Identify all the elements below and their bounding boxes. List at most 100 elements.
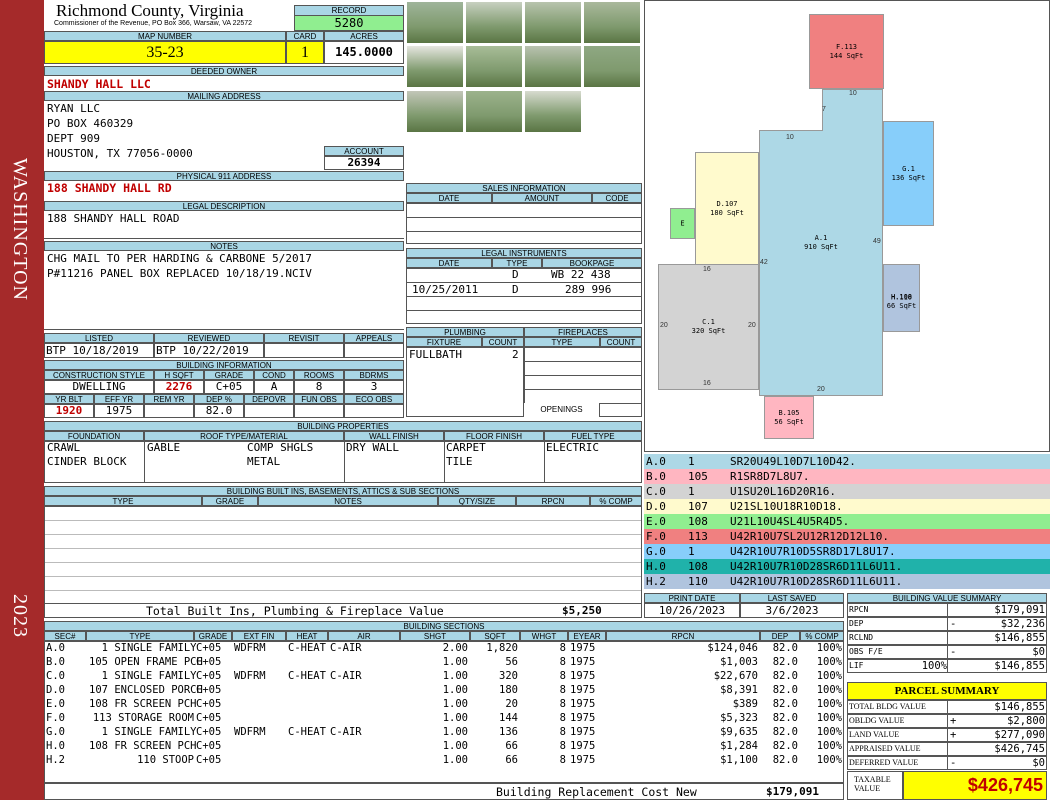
building-info-col-header: GRADE — [204, 370, 254, 380]
section-cell — [288, 739, 326, 753]
appeals-header: APPEALS — [344, 333, 404, 343]
mailing-address-header: MAILING ADDRESS — [44, 91, 404, 101]
sketch-shape: C.1 320 SqFt — [658, 264, 759, 390]
section-cell: 1975 — [570, 712, 596, 724]
building-info-value: 1975 — [94, 404, 144, 418]
mailing-line-4: HOUSTON, TX 77056-0000 — [47, 147, 193, 160]
section-col-header: EYEAR — [568, 631, 606, 641]
parcel-divider — [947, 728, 948, 742]
li-type-header: TYPE — [492, 258, 542, 268]
section-col-header: TYPE — [86, 631, 194, 641]
photo-house-side — [465, 45, 523, 88]
building-info-value — [344, 404, 404, 418]
section-cell: $124,046 — [707, 642, 758, 654]
foundation-1: CRAWL — [47, 441, 81, 454]
section-cell: 82.0 — [772, 684, 798, 696]
section-cell: 1.00 — [442, 712, 468, 724]
building-info-value: 3 — [344, 380, 404, 394]
bvs-value: $146,855 — [994, 632, 1045, 644]
section-cell: C-AIR — [330, 642, 362, 654]
parcel-key: DEFERRED VALUE — [849, 758, 919, 767]
section-cell: 100% — [816, 726, 842, 738]
appeals-value — [344, 343, 404, 358]
county-title: Richmond County, Virginia — [56, 1, 244, 20]
card-header: CARD — [286, 31, 324, 41]
section-cell: C+05 — [196, 726, 222, 738]
section-cell: C-HEAT — [288, 726, 326, 738]
section-cell: C-HEAT — [288, 670, 326, 682]
section-col-header: RPCN — [606, 631, 760, 641]
builtins-rows — [44, 506, 642, 618]
section-cell: C+05 — [196, 642, 222, 654]
builtins-notes-header: NOTES — [258, 496, 438, 506]
li-row-1-type: D — [512, 268, 519, 281]
section-cell: 1.00 — [442, 754, 468, 766]
legal-description-box — [44, 211, 404, 239]
sketch-dimension: 16 — [703, 380, 711, 387]
section-cell: $1,100 — [720, 754, 758, 766]
notes-header: NOTES — [44, 241, 404, 251]
section-cell: $5,323 — [720, 712, 758, 724]
openings-label: OPENINGS — [524, 403, 600, 417]
print-date-header: PRINT DATE — [644, 593, 740, 603]
revisit-header: REVISIT — [264, 333, 344, 343]
legal-description-header: LEGAL DESCRIPTION — [44, 201, 404, 211]
sales-amount-header: AMOUNT — [492, 193, 592, 203]
li-bookpage-header: BOOKPAGE — [542, 258, 642, 268]
card-number: 1 — [286, 41, 324, 64]
parcel-op: + — [950, 715, 957, 727]
photo-house-front — [524, 1, 582, 44]
roof-header: ROOF TYPE/MATERIAL — [144, 431, 344, 441]
bvs-value: $0 — [1032, 646, 1045, 658]
parcel-summary-header: PARCEL SUMMARY — [847, 682, 1047, 700]
section-cell: WDFRM — [234, 670, 266, 682]
photo-shed — [583, 45, 641, 88]
building-info-value — [144, 404, 194, 418]
parcel-key: APPRAISED VALUE — [849, 744, 921, 753]
section-cell — [234, 739, 284, 753]
photo-house-rear — [465, 90, 523, 133]
floor-finish-2: TILE — [446, 455, 473, 468]
section-cell: C-HEAT — [288, 642, 326, 654]
section-cell: 1 SINGLE FAMILY — [101, 642, 197, 654]
section-cell: 66 — [505, 740, 518, 752]
building-info-value: 2276 — [154, 380, 204, 394]
sketch-legend-row: C.0 1 U1SU20L16D20R16. — [644, 484, 1050, 499]
bvs-value: $146,855 — [994, 660, 1045, 672]
section-cell: 100% — [816, 740, 842, 752]
account-header: ACCOUNT — [324, 146, 404, 156]
map-number: 35-23 — [44, 41, 286, 64]
section-cell: 113 STORAGE ROOM — [92, 712, 194, 724]
plumbing-fixture: FULLBATH — [409, 348, 462, 361]
listed-header: LISTED — [44, 333, 154, 343]
section-col-header: DEP — [760, 631, 800, 641]
section-cell — [330, 697, 398, 711]
replacement-cost-row — [44, 783, 844, 800]
sketch-shape: D.107 180 SqFt — [695, 152, 759, 265]
print-date: 10/26/2023 — [644, 603, 740, 618]
parcel-key: OBLDG VALUE — [849, 716, 905, 725]
floor-header: FLOOR FINISH — [444, 431, 544, 441]
sketch-legend-row: A.0 1 SR20U49L10D7L10D42. — [644, 454, 1050, 469]
sketch-legend-row: H.0 108 U42R10U7R10D28SR6D11L6U11. — [644, 559, 1050, 574]
parcel-op: - — [950, 757, 957, 769]
section-cell: 8 — [559, 698, 566, 710]
section-cell: C+05 — [196, 740, 222, 752]
sketch-dimension: 42 — [760, 259, 768, 266]
section-cell: 100% — [816, 656, 842, 668]
section-cell: 1.00 — [442, 740, 468, 752]
section-cell: C+05 — [196, 712, 222, 724]
section-cell: 320 — [499, 670, 518, 682]
replacement-cost-label: Building Replacement Cost New — [496, 785, 697, 799]
district-name: WASHINGTON — [9, 158, 31, 301]
bvs-key: RCLND — [849, 633, 874, 642]
sketch-notch — [759, 89, 823, 131]
section-cell: WDFRM — [234, 726, 266, 738]
building-info-col-header: ROOMS — [294, 370, 344, 380]
section-cell: 1 SINGLE FAMILY — [101, 670, 197, 682]
bvs-pct: 100% — [921, 660, 947, 672]
section-cell: C+05 — [196, 698, 222, 710]
parcel-divider — [947, 714, 948, 728]
section-col-header: AIR — [328, 631, 400, 641]
section-cell — [288, 697, 326, 711]
